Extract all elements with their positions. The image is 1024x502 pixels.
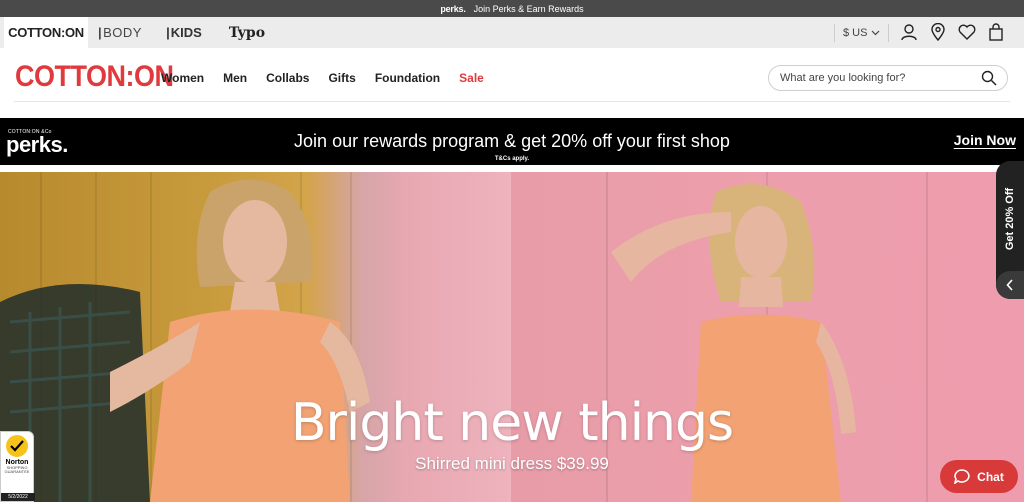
- side-tab-label: Get 20% Off: [1004, 187, 1016, 251]
- nav-sale[interactable]: Sale: [459, 71, 484, 85]
- main-nav: Women Men Collabs Gifts Foundation Sale: [161, 71, 503, 85]
- perks-mini-logo: perks.: [440, 3, 466, 14]
- norton-badge[interactable]: Norton SHOPPING GUARANTEE 5/2/2022: [0, 431, 35, 502]
- nav-collabs[interactable]: Collabs: [266, 71, 309, 85]
- chat-label: Chat: [977, 469, 1004, 484]
- store-locator-icon[interactable]: [926, 21, 950, 43]
- brand-tab-kids[interactable]: | KIDS: [152, 17, 216, 48]
- bag-icon[interactable]: [984, 21, 1008, 43]
- brand-tab-typo[interactable]: Typo: [216, 17, 278, 48]
- perks-banner[interactable]: COTTON:ON &Co perks. Join our rewards pr…: [0, 118, 1024, 165]
- checkmark-icon: [6, 435, 28, 457]
- brand-tab-body-label: BODY: [103, 25, 142, 40]
- brand-tab-body[interactable]: | BODY: [88, 17, 152, 48]
- search-icon[interactable]: [981, 70, 997, 86]
- join-now-link[interactable]: Join Now: [954, 132, 1016, 148]
- hero-title: Bright new things: [290, 393, 734, 453]
- chevron-down-icon: [872, 30, 880, 36]
- promo-top-text: Join Perks & Earn Rewards: [473, 3, 584, 14]
- header-divider: [14, 101, 1010, 102]
- currency-selector[interactable]: $ US: [834, 24, 890, 42]
- nav-women[interactable]: Women: [161, 71, 204, 85]
- nav-men[interactable]: Men: [223, 71, 247, 85]
- perks-banner-text: Join our rewards program & get 20% off y…: [294, 131, 730, 151]
- get-20-off-side-tab[interactable]: Get 20% Off: [996, 161, 1024, 299]
- norton-date: 5/2/2022: [1, 493, 35, 501]
- brand-tab-kids-label: KIDS: [170, 25, 202, 40]
- chevron-left-icon[interactable]: [996, 271, 1024, 299]
- wishlist-heart-icon[interactable]: [955, 21, 979, 43]
- chat-button[interactable]: Chat: [940, 460, 1018, 493]
- hero-subtitle[interactable]: Shirred mini dress $39.99: [0, 454, 1024, 474]
- account-icon[interactable]: [897, 21, 921, 43]
- hero-banner[interactable]: Bright new things Shirred mini dress $39…: [0, 172, 1024, 502]
- chat-bubble-icon: [954, 469, 970, 484]
- nav-gifts[interactable]: Gifts: [328, 71, 355, 85]
- currency-label: $ US: [843, 27, 868, 39]
- brand-tab-cottonon[interactable]: COTTON:ON: [4, 17, 88, 48]
- search-input[interactable]: What are you looking for?: [768, 65, 1008, 91]
- nav-foundation[interactable]: Foundation: [375, 71, 440, 85]
- perks-terms[interactable]: T&Cs apply.: [0, 156, 1024, 162]
- norton-sub: SHOPPING GUARANTEE: [4, 465, 30, 475]
- search-placeholder: What are you looking for?: [780, 72, 906, 84]
- cottonon-logo[interactable]: COTTON:ON: [15, 61, 174, 92]
- promo-top-bar[interactable]: perks. Join Perks & Earn Rewards: [0, 0, 1024, 17]
